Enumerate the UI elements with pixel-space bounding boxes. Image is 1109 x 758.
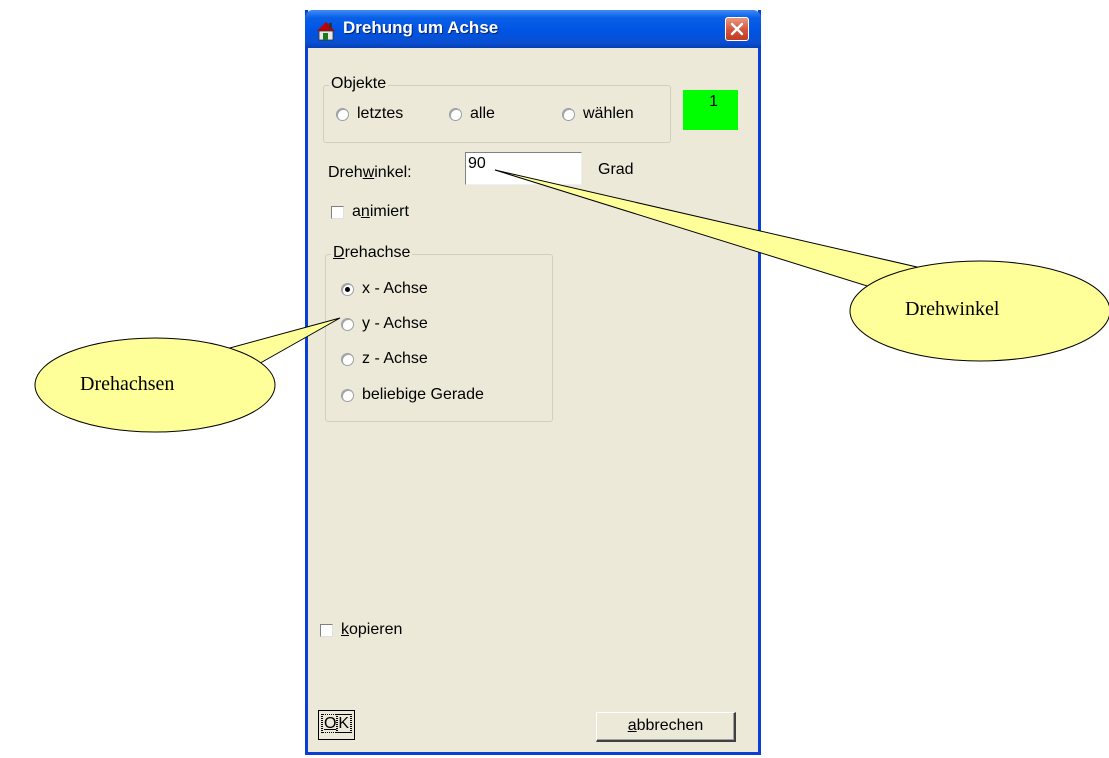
callout-drehwinkel: Drehwinkel [905,298,1000,320]
callout-drehachsen: Drehachsen [80,373,175,395]
callout-drehwinkel-shape [494,169,1109,362]
